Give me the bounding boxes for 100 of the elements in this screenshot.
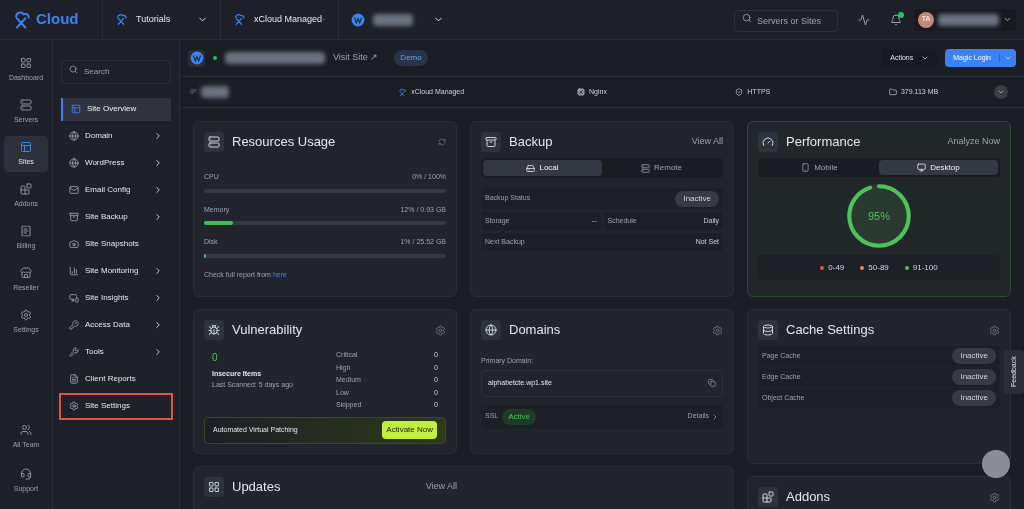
tab[interactable]: Mobile [760, 160, 879, 175]
logo-text: Cloud [36, 9, 79, 30]
tab[interactable]: Remote [602, 160, 721, 176]
cloud-icon [115, 13, 128, 26]
search-icon [69, 65, 78, 74]
expand-button[interactable] [994, 85, 1008, 99]
refresh-icon[interactable] [438, 138, 446, 146]
monitor-icon [917, 163, 927, 172]
sidebar-item[interactable]: Email Config [61, 178, 171, 202]
chevron-right-icon [153, 320, 163, 330]
dashboard-icon [20, 56, 32, 69]
bar-chart-icon [69, 266, 79, 276]
blurred-text [938, 13, 1000, 26]
chevron-right-icon [153, 266, 163, 276]
wordpress-icon [351, 12, 365, 27]
key-icon [69, 320, 79, 330]
status-badge: Active [502, 408, 537, 425]
chevron-right-icon [153, 158, 163, 168]
view-link[interactable]: Analyze Now [947, 135, 1000, 149]
archive-icon [481, 132, 501, 152]
copy-icon[interactable] [708, 379, 716, 387]
card-title: Updates [232, 478, 281, 497]
blocks-icon [20, 182, 32, 195]
gauge-icon [758, 132, 778, 152]
card-title: Performance [786, 133, 861, 152]
bug-icon [204, 320, 224, 340]
folder-icon [888, 88, 897, 96]
chevron-right-icon [711, 412, 719, 421]
wrench-icon [69, 347, 79, 357]
status-badge: Inactive [675, 190, 719, 207]
camera-icon [69, 239, 79, 249]
sidebar-item[interactable]: Domain [61, 124, 171, 148]
sidebar-item[interactable]: Site Monitoring [61, 259, 171, 283]
cloud-icon [398, 87, 408, 97]
notification-button[interactable] [890, 13, 902, 26]
settings-icon[interactable] [989, 324, 1000, 336]
status-badge: Inactive [952, 390, 996, 406]
status-badge: Inactive [952, 348, 996, 364]
sidebar-item[interactable]: Site Snapshots [61, 232, 171, 256]
chevron-down-icon [921, 54, 930, 62]
users-icon [20, 423, 32, 436]
grid-icon [204, 477, 224, 497]
status-badge: Inactive [952, 369, 996, 385]
legend-label: 0-49 [828, 261, 845, 274]
card-title: Backup [509, 133, 553, 152]
archive-icon [69, 212, 79, 222]
card-title: Vulnerability [232, 321, 303, 340]
chevron-down-icon [1003, 15, 1012, 24]
sidebar-item[interactable]: Site Insights [61, 286, 171, 310]
sidebar-item[interactable]: WordPress [61, 151, 171, 175]
blurred-text [373, 13, 413, 26]
globe-icon [69, 131, 79, 141]
monitor-icon [69, 293, 79, 303]
activate-button[interactable]: Activate Now [382, 421, 437, 439]
legend-label: 50-89 [868, 261, 889, 274]
site-search-field[interactable]: Servers or Sites [734, 10, 838, 32]
settings-icon[interactable] [989, 491, 1000, 503]
card-title: Resources Usage [232, 133, 336, 152]
chevron-right-icon [153, 212, 163, 222]
mail-icon [69, 185, 79, 195]
sidebar-item[interactable]: Tools [61, 340, 171, 364]
tab[interactable]: Local [483, 160, 602, 176]
globe-icon [69, 158, 79, 168]
activity-icon[interactable] [858, 13, 870, 26]
sidebar-item[interactable]: Site Settings [61, 394, 171, 418]
database-icon [758, 320, 778, 340]
legend-label: 91-100 [912, 261, 938, 274]
view-link[interactable]: View All [425, 480, 457, 494]
chevron-right-icon [153, 347, 163, 357]
drive-icon [526, 163, 536, 173]
tab[interactable]: Desktop [879, 160, 998, 175]
sidebar-item[interactable]: Access Data [61, 313, 171, 337]
sidebar-item[interactable]: Site Overview [61, 97, 171, 121]
cloud-icon [233, 13, 246, 26]
search-icon [742, 13, 752, 23]
count-value: 0 [212, 351, 219, 365]
sidebar-item[interactable]: Client Reports [61, 367, 171, 391]
store-icon [20, 266, 32, 279]
layout-icon [20, 140, 32, 153]
phone-icon [801, 163, 811, 172]
sidebar-item[interactable]: Site Backup [61, 205, 171, 229]
settings-icon[interactable] [712, 324, 723, 336]
demo-badge: Demo [394, 50, 428, 66]
card-title: Domains [509, 321, 561, 340]
visit-site-link[interactable]: Visit Site ↗ [333, 51, 379, 65]
blurred-text [200, 86, 229, 98]
settings-icon[interactable] [435, 324, 446, 336]
breadcrumb-dropdown[interactable]: xCloud Managed [220, 0, 338, 40]
view-link[interactable]: View All [691, 135, 723, 149]
chevron-right-icon [153, 131, 163, 141]
card-title: Cache Settings [786, 321, 875, 340]
settings-icon [20, 308, 32, 321]
layout-icon [71, 104, 81, 114]
score-text: 95% [867, 208, 891, 224]
menu-search-field[interactable]: Search [61, 59, 171, 84]
breadcrumb-dropdown[interactable]: Tutorials [102, 0, 220, 40]
receipt-icon [20, 224, 32, 237]
chevron-down-icon [997, 88, 1005, 96]
chevron-right-icon [153, 293, 163, 303]
chat-avatar[interactable] [982, 450, 1010, 478]
